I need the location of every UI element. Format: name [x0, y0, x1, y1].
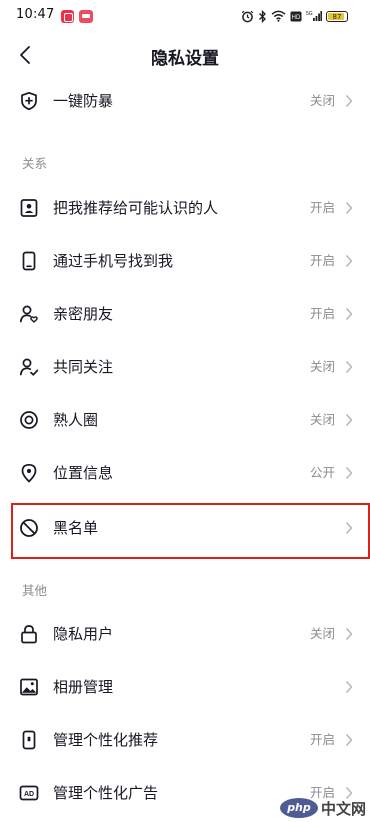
row-private-users[interactable]: 隐私用户 关闭: [0, 608, 370, 660]
row-label: 隐私用户: [53, 625, 114, 643]
status-bar: 10:47 HD 5G 87: [0, 0, 370, 32]
battery-icon: 87: [326, 10, 348, 22]
row-label: 熟人圈: [53, 411, 99, 429]
row-label: 共同关注: [53, 358, 114, 376]
section-title-relations: 关系: [22, 156, 48, 171]
lock-icon: [21, 625, 37, 644]
row-value: 关闭: [309, 412, 335, 427]
battery-level: 87: [332, 12, 342, 21]
bluetooth-icon: [259, 9, 266, 23]
watermark: php 中文网: [279, 796, 366, 820]
row-album-management[interactable]: 相册管理: [0, 661, 370, 713]
row-find-by-phone[interactable]: 通过手机号找到我 开启: [0, 235, 370, 287]
hd-icon: HD: [290, 11, 302, 21]
chevron-right-icon: [345, 255, 353, 267]
row-label: 通过手机号找到我: [53, 252, 174, 270]
status-icons: HD 5G 87: [241, 7, 348, 25]
row-label: 相册管理: [53, 678, 114, 696]
row-location[interactable]: 位置信息 公开: [0, 447, 370, 499]
chevron-right-icon: [345, 95, 353, 107]
row-recommend-me[interactable]: 把我推荐给可能认识的人 开启: [0, 182, 370, 234]
row-label: 亲密朋友: [53, 305, 114, 323]
alarm-icon: [241, 10, 254, 22]
user-check-icon: [19, 358, 39, 376]
wifi-icon: [271, 10, 286, 22]
row-label: 位置信息: [53, 464, 114, 482]
shield-plus-icon: [21, 91, 37, 111]
watermark-logo: php: [279, 798, 318, 818]
svg-text:AD: AD: [24, 791, 34, 798]
row-label: 把我推荐给可能认识的人: [53, 199, 219, 217]
signal-icon: 5G: [306, 11, 322, 21]
network-label: 5G: [306, 11, 313, 17]
row-value: 开启: [309, 253, 335, 268]
chevron-right-icon: [345, 628, 353, 640]
circle-target-icon: [20, 411, 38, 429]
row-personalized-recommendations[interactable]: 管理个性化推荐 开启: [0, 714, 370, 766]
phone-screen-icon: [22, 730, 36, 750]
chevron-right-icon: [345, 734, 353, 746]
row-value: 关闭: [309, 359, 335, 374]
image-icon: [20, 678, 38, 696]
phone-icon: [22, 251, 36, 271]
page-title: 隐私设置: [151, 49, 219, 69]
location-pin-icon: [21, 463, 37, 483]
chevron-right-icon: [345, 308, 353, 320]
row-value: 开启: [309, 306, 335, 321]
status-time: 10:47: [16, 7, 55, 22]
row-mutual-follows[interactable]: 共同关注 关闭: [0, 341, 370, 393]
watermark-text: 中文网: [320, 799, 366, 818]
row-value: 公开: [309, 465, 335, 480]
chevron-right-icon: [345, 414, 353, 426]
user-heart-icon: [19, 305, 38, 323]
row-anti-harassment[interactable]: 一键防暴 关闭: [0, 75, 370, 127]
chevron-right-icon: [345, 467, 353, 479]
row-value: 开启: [309, 732, 335, 747]
section-title-other: 其他: [22, 583, 48, 598]
row-value: 关闭: [309, 93, 335, 108]
row-value: 开启: [309, 200, 335, 215]
app-notification-icon-2: [79, 10, 93, 23]
chevron-right-icon: [345, 361, 353, 373]
row-close-friends[interactable]: 亲密朋友 开启: [0, 288, 370, 340]
ad-icon: AD: [19, 785, 39, 801]
row-value: 关闭: [309, 626, 335, 641]
highlight-box: [11, 503, 370, 559]
row-acquaintance-circle[interactable]: 熟人圈 关闭: [0, 394, 370, 446]
chevron-right-icon: [345, 202, 353, 214]
contact-card-icon: [20, 199, 38, 217]
nav-bar: 隐私设置: [0, 32, 370, 78]
row-label: 管理个性化推荐: [53, 731, 159, 749]
row-label: 一键防暴: [53, 92, 114, 110]
chevron-right-icon: [345, 681, 353, 693]
app-notification-icon: [61, 10, 74, 23]
row-label: 管理个性化广告: [53, 784, 159, 802]
hd-label: HD: [292, 15, 301, 21]
